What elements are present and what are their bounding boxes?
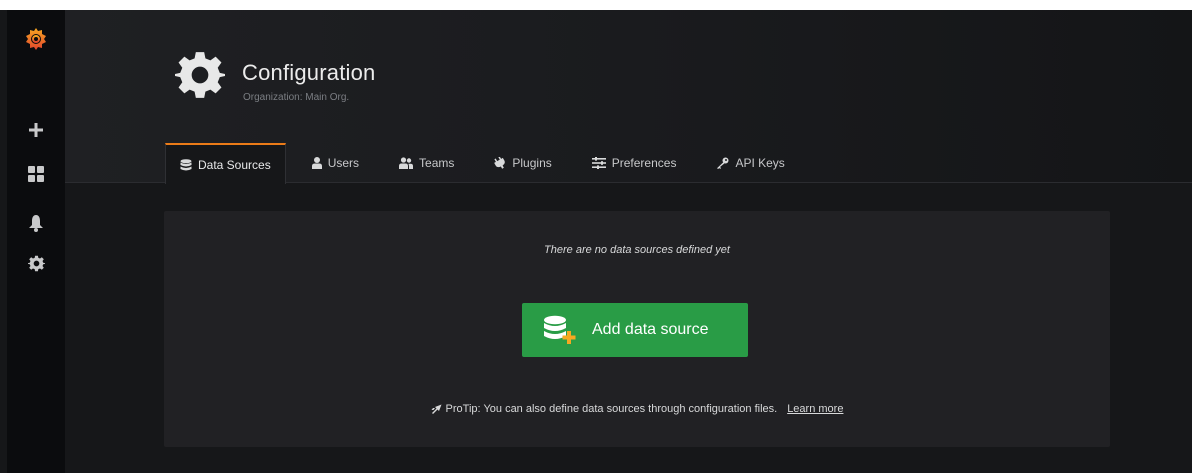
tab-label: Data Sources [198, 157, 271, 172]
tab-label: Preferences [611, 156, 677, 170]
tab-users[interactable]: Users [298, 143, 373, 183]
protip-text: ProTip: You can also define data sources… [445, 403, 778, 415]
bell-icon[interactable] [7, 206, 65, 240]
add-data-source-label: Add data source [592, 321, 709, 338]
grafana-logo-icon[interactable] [7, 22, 65, 56]
top-band [0, 0, 1192, 10]
gear-icon[interactable] [7, 246, 65, 280]
page-subtitle: Organization: Main Org. [243, 92, 350, 103]
sidebar [7, 10, 65, 473]
empty-state-panel: There are no data sources defined yet Ad… [164, 211, 1110, 447]
tab-label: Plugins [512, 156, 552, 170]
tab-api-keys[interactable]: API Keys [702, 143, 798, 183]
database-add-icon [544, 315, 576, 344]
tab-label: Teams [419, 156, 455, 170]
tab-label: API Keys [735, 156, 785, 170]
plus-icon[interactable] [7, 113, 65, 147]
dashboards-icon[interactable] [7, 157, 65, 191]
configuration-gear-icon [175, 50, 225, 100]
page-title: Configuration [242, 60, 376, 85]
page-header: Configuration Organization: Main Org. Da… [65, 10, 1192, 184]
add-data-source-button[interactable]: Add data source [522, 303, 748, 357]
tab-data-sources[interactable]: Data Sources [165, 143, 286, 184]
tab-label: Users [327, 156, 360, 170]
protip: ProTip: You can also define data sources… [164, 403, 1110, 415]
rocket-icon [431, 404, 442, 414]
tab-teams[interactable]: Teams [385, 143, 468, 183]
database-icon [180, 158, 192, 170]
tab-plugins[interactable]: Plugins [480, 143, 565, 183]
sliders-icon [591, 157, 606, 169]
user-icon [311, 157, 322, 169]
tab-bar: Data Sources Users Teams Plugins Prefere… [165, 143, 811, 184]
learn-more-link[interactable]: Learn more [787, 403, 843, 415]
key-icon [717, 157, 729, 169]
empty-state-message: There are no data sources defined yet [544, 244, 730, 256]
users-icon [399, 157, 414, 169]
tab-preferences[interactable]: Preferences [578, 143, 691, 183]
plug-icon [494, 157, 506, 169]
app-window: Configuration Organization: Main Org. Da… [0, 0, 1192, 473]
